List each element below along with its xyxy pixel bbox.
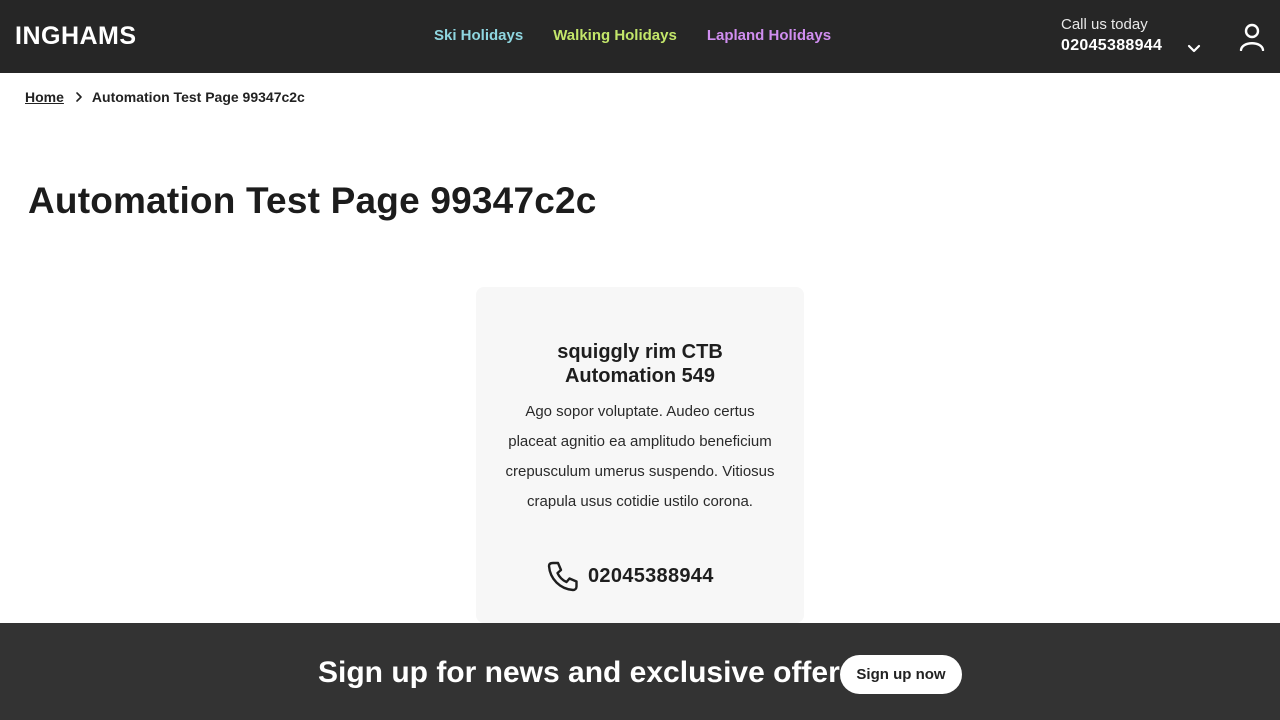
main-nav: Ski Holidays Walking Holidays Lapland Ho… xyxy=(434,27,831,44)
page-title: Automation Test Page 99347c2c xyxy=(28,180,597,221)
call-us-label: Call us today xyxy=(1061,16,1148,33)
chevron-down-icon[interactable] xyxy=(1187,42,1201,56)
site-header: INGHAMS Ski Holidays Walking Holidays La… xyxy=(0,0,1280,73)
user-icon[interactable] xyxy=(1239,23,1265,51)
site-logo[interactable]: INGHAMS xyxy=(15,22,137,51)
phone-icon xyxy=(547,561,578,592)
call-us-dropdown[interactable]: Call us today 02045388944 xyxy=(1061,16,1201,55)
newsletter-heading: Sign up for news and exclusive offers xyxy=(318,656,857,689)
chevron-right-icon xyxy=(76,92,82,102)
call-us-number[interactable]: 02045388944 xyxy=(1061,37,1162,55)
card-phone[interactable]: 02045388944 xyxy=(546,560,746,593)
card-title: squiggly rim CTB Automation 549 xyxy=(557,341,723,387)
contact-card: squiggly rim CTB Automation 549 Ago sopo… xyxy=(476,287,804,623)
breadcrumb-home-link[interactable]: Home xyxy=(25,89,64,105)
nav-ski-holidays[interactable]: Ski Holidays xyxy=(434,27,523,44)
card-phone-number[interactable]: 02045388944 xyxy=(588,565,714,588)
breadcrumb: Home Automation Test Page 99347c2c xyxy=(25,89,305,105)
newsletter-banner: Sign up for news and exclusive offers Si… xyxy=(0,623,1280,720)
nav-walking-holidays[interactable]: Walking Holidays xyxy=(553,27,677,44)
card-description: Ago sopor voluptate. Audeo certus placea… xyxy=(505,403,775,510)
sign-up-button[interactable]: Sign up now xyxy=(840,655,962,694)
breadcrumb-current: Automation Test Page 99347c2c xyxy=(91,89,305,105)
nav-lapland-holidays[interactable]: Lapland Holidays xyxy=(707,27,831,44)
